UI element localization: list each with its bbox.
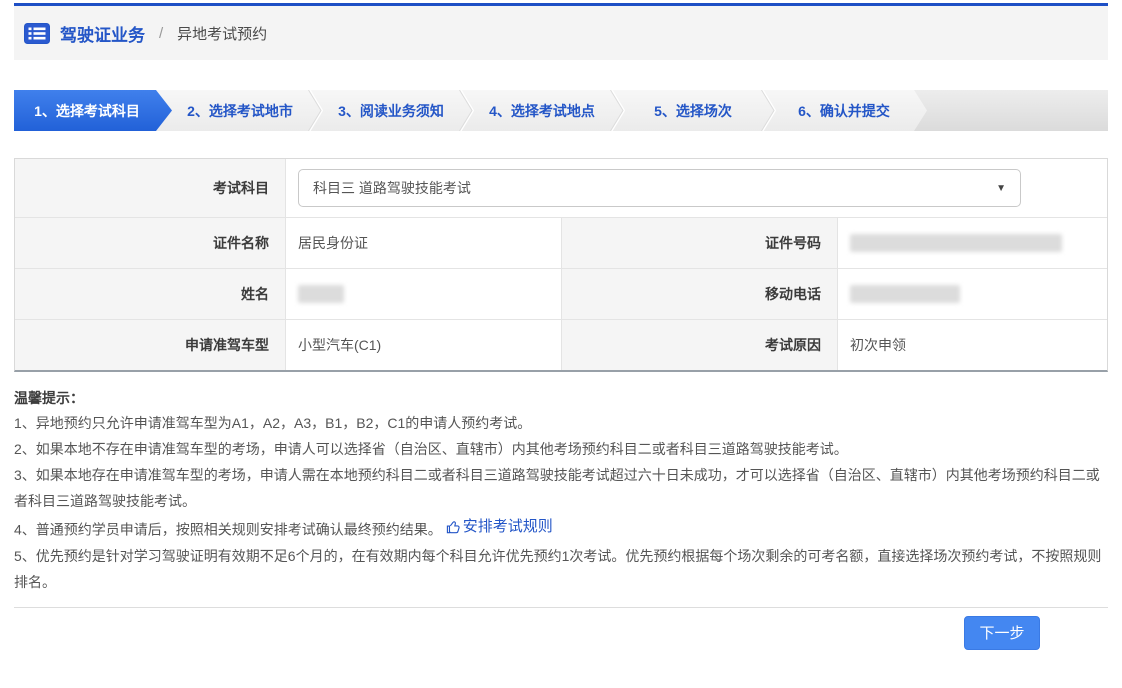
id-number-value (838, 218, 1107, 268)
redacted-mobile (850, 285, 960, 303)
tab-step-4[interactable]: 4、选择考试地点 (474, 90, 610, 131)
tip-item-3: 3、如果本地存在申请准驾车型的考场，申请人需在本地预约科目二或者科目三道路驾驶技… (14, 467, 1100, 509)
tip-item-5: 5、优先预约是针对学习驾驶证明有效期不足6个月的，在有效期内每个科目允许优先预约… (14, 547, 1102, 590)
step-separator-icon (308, 90, 324, 131)
exam-rules-link[interactable]: 安排考试规则 (442, 514, 553, 540)
name-value (286, 269, 561, 319)
tab-step-3[interactable]: 3、阅读业务须知 (323, 90, 459, 131)
exam-subject-cell: 科目三 道路驾驶技能考试 ▼ (286, 159, 1107, 217)
tips-section: 温馨提示： 1、异地预约只允许申请准驾车型为A1，A2，A3，B1，B2，C1的… (14, 386, 1108, 595)
exam-subject-select[interactable]: 科目三 道路驾驶技能考试 ▼ (298, 169, 1021, 207)
mobile-label: 移动电话 (562, 269, 837, 319)
footer-bar: 下一步 (14, 606, 1108, 650)
step-separator-icon (459, 90, 475, 131)
tab-step-5[interactable]: 5、选择场次 (625, 90, 761, 131)
page: 驾驶证业务 / 异地考试预约 1、选择考试科目 2、选择考试地市 3、阅读业务须… (0, 0, 1122, 650)
dropdown-arrow-icon: ▼ (996, 182, 1006, 194)
step-tabs-filler (914, 90, 1108, 131)
list-icon (24, 22, 50, 44)
thumb-up-icon (446, 520, 460, 533)
exam-reason-label: 考试原因 (562, 320, 837, 370)
tip-item-1: 1、异地预约只允许申请准驾车型为A1，A2，A3，B1，B2，C1的申请人预约考… (14, 415, 532, 431)
id-number-label: 证件号码 (562, 218, 837, 268)
exam-subject-selected-value: 科目三 道路驾驶技能考试 (313, 180, 471, 196)
step-separator-icon (761, 90, 777, 131)
tip-item-4: 4、普通预约学员申请后，按照相关规则安排考试确认最终预约结果。 安排考试规则 (14, 514, 1108, 543)
exam-reason-value: 初次申领 (838, 320, 1107, 370)
tab-step-1[interactable]: 1、选择考试科目 (14, 90, 172, 131)
step-separator-icon (610, 90, 626, 131)
step-tabs: 1、选择考试科目 2、选择考试地市 3、阅读业务须知 4、选择考试地点 5、选择… (14, 90, 1108, 131)
redacted-id-number (850, 234, 1062, 252)
next-step-button[interactable]: 下一步 (964, 615, 1040, 650)
exam-subject-label: 考试科目 (15, 159, 285, 217)
breadcrumb: 驾驶证业务 / 异地考试预约 (14, 6, 1108, 60)
mobile-value (838, 269, 1107, 319)
name-label: 姓名 (15, 269, 285, 319)
vehicle-type-label: 申请准驾车型 (15, 320, 285, 370)
id-type-value: 居民身份证 (286, 218, 561, 268)
tab-step-2[interactable]: 2、选择考试地市 (172, 90, 308, 131)
tab-step-6[interactable]: 6、确认并提交 (776, 90, 912, 131)
vehicle-type-value: 小型汽车(C1) (286, 320, 561, 370)
id-type-label: 证件名称 (15, 218, 285, 268)
breadcrumb-current: 异地考试预约 (177, 25, 268, 43)
breadcrumb-separator: / (159, 24, 164, 42)
tips-title: 温馨提示： (14, 390, 84, 406)
redacted-name (298, 285, 344, 303)
tip-item-4-text: 4、普通预约学员申请后，按照相关规则安排考试确认最终预约结果。 (14, 521, 442, 538)
tip-item-2: 2、如果本地不存在申请准驾车型的考场，申请人可以选择省（自治区、直辖市）内其他考… (14, 441, 848, 457)
applicant-info-table: 考试科目 科目三 道路驾驶技能考试 ▼ 证件名称 居民身份证 证件号码 姓名 移… (14, 158, 1108, 372)
breadcrumb-section[interactable]: 驾驶证业务 (60, 21, 145, 46)
exam-rules-link-label: 安排考试规则 (462, 518, 553, 535)
